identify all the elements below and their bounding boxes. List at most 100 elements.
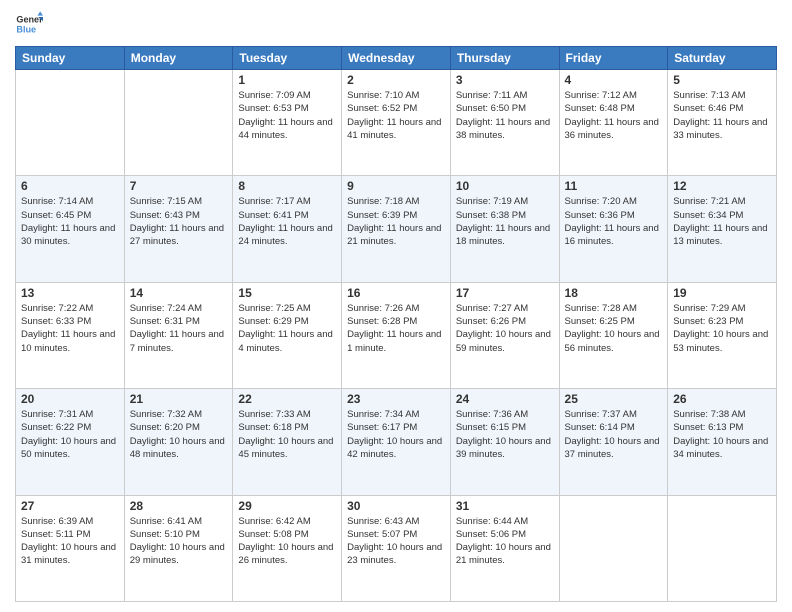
day-number: 15 — [238, 286, 336, 300]
day-number: 10 — [456, 179, 554, 193]
day-info: Sunrise: 7:33 AM Sunset: 6:18 PM Dayligh… — [238, 408, 336, 461]
day-number: 9 — [347, 179, 445, 193]
calendar-cell: 12 Sunrise: 7:21 AM Sunset: 6:34 PM Dayli… — [668, 176, 777, 282]
day-info: Sunrise: 7:10 AM Sunset: 6:52 PM Dayligh… — [347, 89, 445, 142]
day-info: Sunrise: 6:42 AM Sunset: 5:08 PM Dayligh… — [238, 515, 336, 568]
calendar-cell: 17 Sunrise: 7:27 AM Sunset: 6:26 PM Dayli… — [450, 282, 559, 388]
calendar-cell: 27 Sunrise: 6:39 AM Sunset: 5:11 PM Dayli… — [16, 495, 125, 601]
day-info: Sunrise: 6:41 AM Sunset: 5:10 PM Dayligh… — [130, 515, 228, 568]
day-info: Sunrise: 7:18 AM Sunset: 6:39 PM Dayligh… — [347, 195, 445, 248]
calendar-cell: 13 Sunrise: 7:22 AM Sunset: 6:33 PM Dayli… — [16, 282, 125, 388]
day-number: 20 — [21, 392, 119, 406]
calendar-cell — [16, 70, 125, 176]
svg-text:Blue: Blue — [16, 24, 36, 34]
day-number: 23 — [347, 392, 445, 406]
weekday-header-row: SundayMondayTuesdayWednesdayThursdayFrid… — [16, 47, 777, 70]
calendar-week-2: 6Sunrise: 7:14 AM Sunset: 6:45 PM Daylig… — [16, 176, 777, 282]
calendar-cell — [668, 495, 777, 601]
day-number: 27 — [21, 499, 119, 513]
day-number: 11 — [565, 179, 663, 193]
day-number: 5 — [673, 73, 771, 87]
calendar-cell: 5 Sunrise: 7:13 AM Sunset: 6:46 PM Daylig… — [668, 70, 777, 176]
calendar-cell: 22Sunrise: 7:33 AM Sunset: 6:18 PM Dayli… — [233, 389, 342, 495]
calendar-table: SundayMondayTuesdayWednesdayThursdayFrid… — [15, 46, 777, 602]
calendar-week-4: 20 Sunrise: 7:31 AM Sunset: 6:22 PM Dayli… — [16, 389, 777, 495]
day-info: Sunrise: 7:28 AM Sunset: 6:25 PM Dayligh… — [565, 302, 663, 355]
day-number: 21 — [130, 392, 228, 406]
weekday-header-wednesday: Wednesday — [342, 47, 451, 70]
calendar-cell: 30 Sunrise: 6:43 AM Sunset: 5:07 PM Dayli… — [342, 495, 451, 601]
day-number: 18 — [565, 286, 663, 300]
calendar-cell: 8 Sunrise: 7:17 AM Sunset: 6:41 PM Daylig… — [233, 176, 342, 282]
calendar-cell: 21 Sunrise: 7:32 AM Sunset: 6:20 PM Dayli… — [124, 389, 233, 495]
header: General Blue — [15, 10, 777, 38]
calendar-cell: 11 Sunrise: 7:20 AM Sunset: 6:36 PM Dayli… — [559, 176, 668, 282]
day-info: Sunrise: 7:21 AM Sunset: 6:34 PM Dayligh… — [673, 195, 771, 248]
day-number: 14 — [130, 286, 228, 300]
weekday-header-monday: Monday — [124, 47, 233, 70]
day-number: 29 — [238, 499, 336, 513]
calendar-week-1: 1 Sunrise: 7:09 AM Sunset: 6:53 PM Daylig… — [16, 70, 777, 176]
day-number: 19 — [673, 286, 771, 300]
calendar-cell: 6Sunrise: 7:14 AM Sunset: 6:45 PM Daylig… — [16, 176, 125, 282]
calendar-cell: 26Sunrise: 7:38 AM Sunset: 6:13 PM Dayli… — [668, 389, 777, 495]
day-number: 3 — [456, 73, 554, 87]
day-info: Sunrise: 7:14 AM Sunset: 6:45 PM Dayligh… — [21, 195, 119, 248]
day-number: 4 — [565, 73, 663, 87]
day-info: Sunrise: 7:36 AM Sunset: 6:15 PM Dayligh… — [456, 408, 554, 461]
calendar-cell: 14 Sunrise: 7:24 AM Sunset: 6:31 PM Dayli… — [124, 282, 233, 388]
calendar-cell: 19 Sunrise: 7:29 AM Sunset: 6:23 PM Dayli… — [668, 282, 777, 388]
svg-text:General: General — [16, 15, 43, 25]
calendar-cell: 10Sunrise: 7:19 AM Sunset: 6:38 PM Dayli… — [450, 176, 559, 282]
day-info: Sunrise: 7:17 AM Sunset: 6:41 PM Dayligh… — [238, 195, 336, 248]
day-number: 8 — [238, 179, 336, 193]
day-info: Sunrise: 7:29 AM Sunset: 6:23 PM Dayligh… — [673, 302, 771, 355]
day-number: 30 — [347, 499, 445, 513]
day-number: 13 — [21, 286, 119, 300]
day-number: 17 — [456, 286, 554, 300]
calendar-cell: 23 Sunrise: 7:34 AM Sunset: 6:17 PM Dayli… — [342, 389, 451, 495]
day-info: Sunrise: 7:22 AM Sunset: 6:33 PM Dayligh… — [21, 302, 119, 355]
logo: General Blue — [15, 10, 43, 38]
weekday-header-saturday: Saturday — [668, 47, 777, 70]
page: General Blue SundayMondayTuesdayWednesda… — [0, 0, 792, 612]
logo-icon: General Blue — [15, 10, 43, 38]
day-number: 26 — [673, 392, 771, 406]
day-number: 1 — [238, 73, 336, 87]
day-info: Sunrise: 7:32 AM Sunset: 6:20 PM Dayligh… — [130, 408, 228, 461]
calendar-cell: 7Sunrise: 7:15 AM Sunset: 6:43 PM Daylig… — [124, 176, 233, 282]
calendar-week-5: 27 Sunrise: 6:39 AM Sunset: 5:11 PM Dayli… — [16, 495, 777, 601]
day-number: 25 — [565, 392, 663, 406]
day-info: Sunrise: 7:09 AM Sunset: 6:53 PM Dayligh… — [238, 89, 336, 142]
weekday-header-friday: Friday — [559, 47, 668, 70]
calendar-cell: 29 Sunrise: 6:42 AM Sunset: 5:08 PM Dayli… — [233, 495, 342, 601]
day-number: 24 — [456, 392, 554, 406]
day-info: Sunrise: 7:31 AM Sunset: 6:22 PM Dayligh… — [21, 408, 119, 461]
day-number: 12 — [673, 179, 771, 193]
day-info: Sunrise: 7:25 AM Sunset: 6:29 PM Dayligh… — [238, 302, 336, 355]
calendar-cell: 25Sunrise: 7:37 AM Sunset: 6:14 PM Dayli… — [559, 389, 668, 495]
calendar-cell: 4 Sunrise: 7:12 AM Sunset: 6:48 PM Daylig… — [559, 70, 668, 176]
day-info: Sunrise: 7:26 AM Sunset: 6:28 PM Dayligh… — [347, 302, 445, 355]
day-info: Sunrise: 7:34 AM Sunset: 6:17 PM Dayligh… — [347, 408, 445, 461]
calendar-body: 1 Sunrise: 7:09 AM Sunset: 6:53 PM Daylig… — [16, 70, 777, 602]
day-number: 16 — [347, 286, 445, 300]
day-info: Sunrise: 7:27 AM Sunset: 6:26 PM Dayligh… — [456, 302, 554, 355]
calendar-header: SundayMondayTuesdayWednesdayThursdayFrid… — [16, 47, 777, 70]
day-number: 31 — [456, 499, 554, 513]
weekday-header-tuesday: Tuesday — [233, 47, 342, 70]
calendar-week-3: 13 Sunrise: 7:22 AM Sunset: 6:33 PM Dayli… — [16, 282, 777, 388]
calendar-cell: 2Sunrise: 7:10 AM Sunset: 6:52 PM Daylig… — [342, 70, 451, 176]
day-info: Sunrise: 7:13 AM Sunset: 6:46 PM Dayligh… — [673, 89, 771, 142]
day-info: Sunrise: 7:24 AM Sunset: 6:31 PM Dayligh… — [130, 302, 228, 355]
calendar-cell — [124, 70, 233, 176]
day-info: Sunrise: 7:11 AM Sunset: 6:50 PM Dayligh… — [456, 89, 554, 142]
day-info: Sunrise: 7:12 AM Sunset: 6:48 PM Dayligh… — [565, 89, 663, 142]
day-info: Sunrise: 6:39 AM Sunset: 5:11 PM Dayligh… — [21, 515, 119, 568]
calendar-cell: 28Sunrise: 6:41 AM Sunset: 5:10 PM Dayli… — [124, 495, 233, 601]
day-info: Sunrise: 7:20 AM Sunset: 6:36 PM Dayligh… — [565, 195, 663, 248]
calendar-cell: 16 Sunrise: 7:26 AM Sunset: 6:28 PM Dayli… — [342, 282, 451, 388]
calendar-cell: 3 Sunrise: 7:11 AM Sunset: 6:50 PM Daylig… — [450, 70, 559, 176]
day-info: Sunrise: 6:43 AM Sunset: 5:07 PM Dayligh… — [347, 515, 445, 568]
calendar-cell: 15 Sunrise: 7:25 AM Sunset: 6:29 PM Dayli… — [233, 282, 342, 388]
